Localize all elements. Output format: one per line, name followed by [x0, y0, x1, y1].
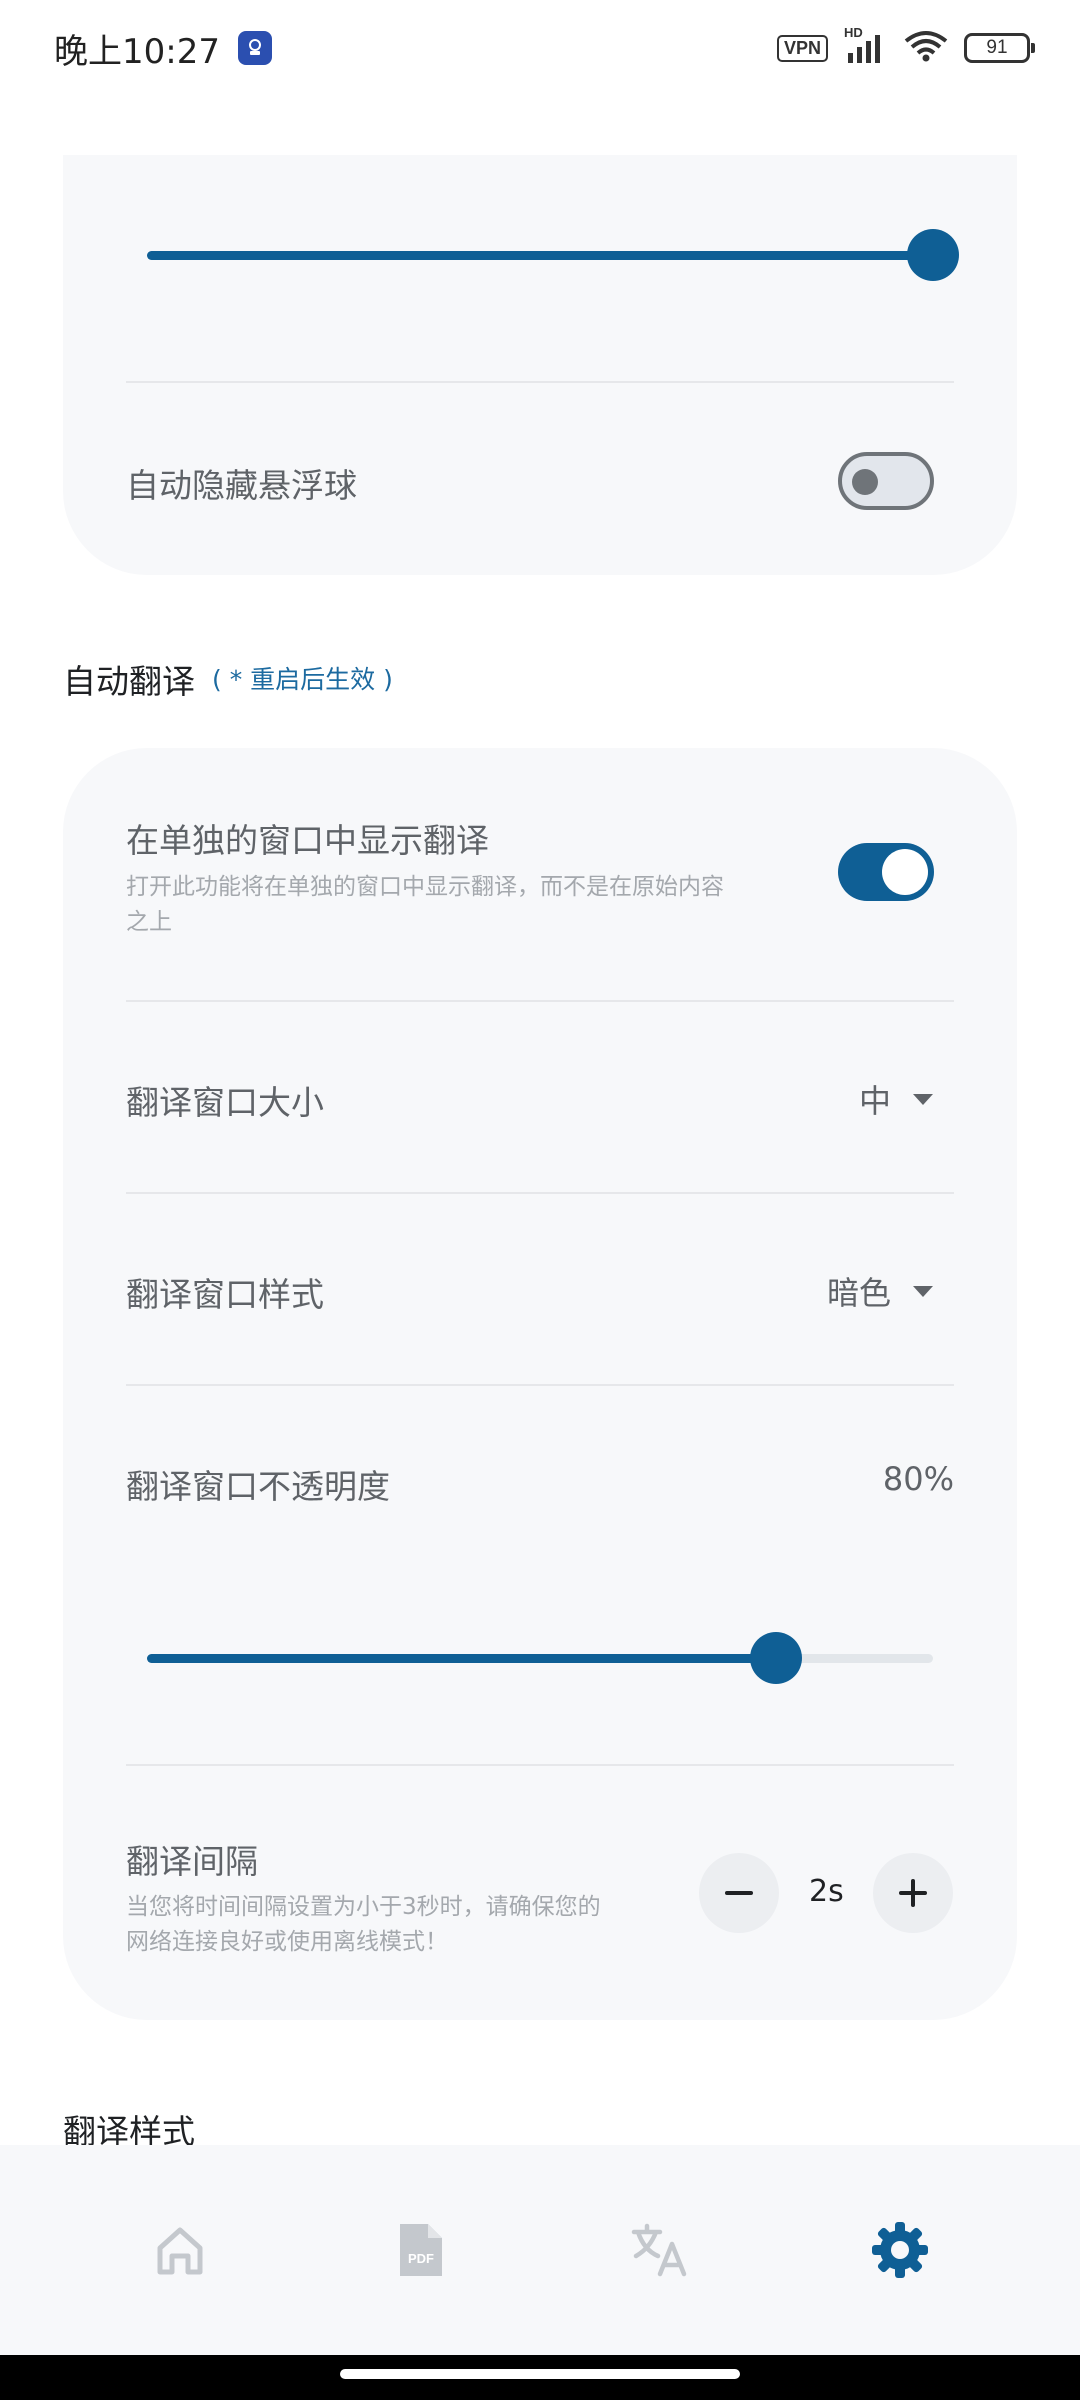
- status-bar: 晚上10:27 VPN HD 91: [0, 0, 1080, 96]
- app-notification-icon: [237, 31, 272, 65]
- cellular-signal-icon: HD: [844, 25, 888, 65]
- slider-fill: [147, 251, 933, 260]
- window-size-dropdown[interactable]: 中: [859, 1076, 933, 1122]
- nav-settings[interactable]: [840, 2190, 960, 2310]
- opacity-slider[interactable]: [147, 1632, 933, 1684]
- window-size-title: 翻译窗口大小: [126, 1083, 324, 1122]
- slider-fill: [147, 1654, 776, 1663]
- interval-increase-button[interactable]: [873, 1853, 953, 1933]
- auto-translate-section-title: 自动翻译: [63, 662, 195, 701]
- interval-desc-1: 当您将时间间隔设置为小于3秒时，请确保您的: [126, 1894, 601, 1920]
- dropdown-arrow-icon: [913, 1093, 933, 1105]
- dropdown-arrow-icon: [913, 1285, 933, 1297]
- status-time: 晚上10:27: [54, 31, 220, 72]
- restart-note: ( * 重启后生效 ): [212, 665, 393, 694]
- auto-hide-toggle[interactable]: [838, 452, 934, 510]
- slider-thumb[interactable]: [749, 1632, 802, 1684]
- svg-text:PDF: PDF: [408, 2251, 434, 2266]
- divider: [126, 1764, 954, 1766]
- window-size-value: 中: [858, 1082, 891, 1120]
- floating-ball-size-slider[interactable]: [147, 229, 959, 281]
- home-icon: [157, 2227, 203, 2275]
- divider: [126, 1384, 954, 1386]
- home-gesture-handle[interactable]: [340, 2369, 740, 2379]
- opacity-title: 翻译窗口不透明度: [126, 1467, 390, 1506]
- divider: [126, 381, 954, 383]
- auto-translate-card: 在单独的窗口中显示翻译 打开此功能将在单独的窗口中显示翻译，而不是在原始内容 之…: [63, 748, 1017, 2020]
- vpn-icon: VPN: [776, 34, 828, 62]
- toggle-knob: [852, 469, 878, 495]
- separate-window-desc-1: 打开此功能将在单独的窗口中显示翻译，而不是在原始内容: [126, 874, 724, 900]
- separate-window-title: 在单独的窗口中显示翻译: [126, 821, 489, 860]
- auto-hide-label: 自动隐藏悬浮球: [126, 466, 357, 505]
- battery-icon: 91: [964, 33, 1035, 63]
- plus-icon: [899, 1879, 927, 1907]
- battery-level: 91: [986, 37, 1008, 58]
- floating-ball-card: 自动隐藏悬浮球: [63, 155, 1017, 575]
- interval-desc-2: 网络连接良好或使用离线模式！: [126, 1929, 448, 1955]
- separate-window-toggle[interactable]: [838, 843, 934, 901]
- interval-decrease-button[interactable]: [699, 1853, 779, 1933]
- pdf-icon: PDF: [400, 2224, 442, 2276]
- window-style-dropdown[interactable]: 暗色: [827, 1268, 933, 1314]
- opacity-value: 80%: [882, 1460, 954, 1498]
- bottom-nav: PDF: [0, 2145, 1080, 2355]
- interval-value: 2s: [809, 1874, 844, 1909]
- window-style-value: 暗色: [826, 1274, 891, 1312]
- nav-home[interactable]: [120, 2190, 240, 2310]
- divider: [126, 1192, 954, 1194]
- toggle-knob: [882, 849, 928, 895]
- translate-icon: [631, 2223, 687, 2277]
- gear-icon: [872, 2222, 928, 2278]
- nav-pdf[interactable]: PDF: [360, 2190, 480, 2310]
- minus-icon: [725, 1891, 753, 1895]
- nav-translate[interactable]: [600, 2190, 720, 2310]
- separate-window-desc-2: 之上: [126, 909, 172, 935]
- gesture-bar: [0, 2355, 1080, 2400]
- divider: [126, 1000, 954, 1002]
- window-style-title: 翻译窗口样式: [126, 1275, 324, 1314]
- wifi-icon: [904, 29, 948, 67]
- interval-title: 翻译间隔: [126, 1842, 258, 1881]
- slider-thumb[interactable]: [907, 229, 959, 281]
